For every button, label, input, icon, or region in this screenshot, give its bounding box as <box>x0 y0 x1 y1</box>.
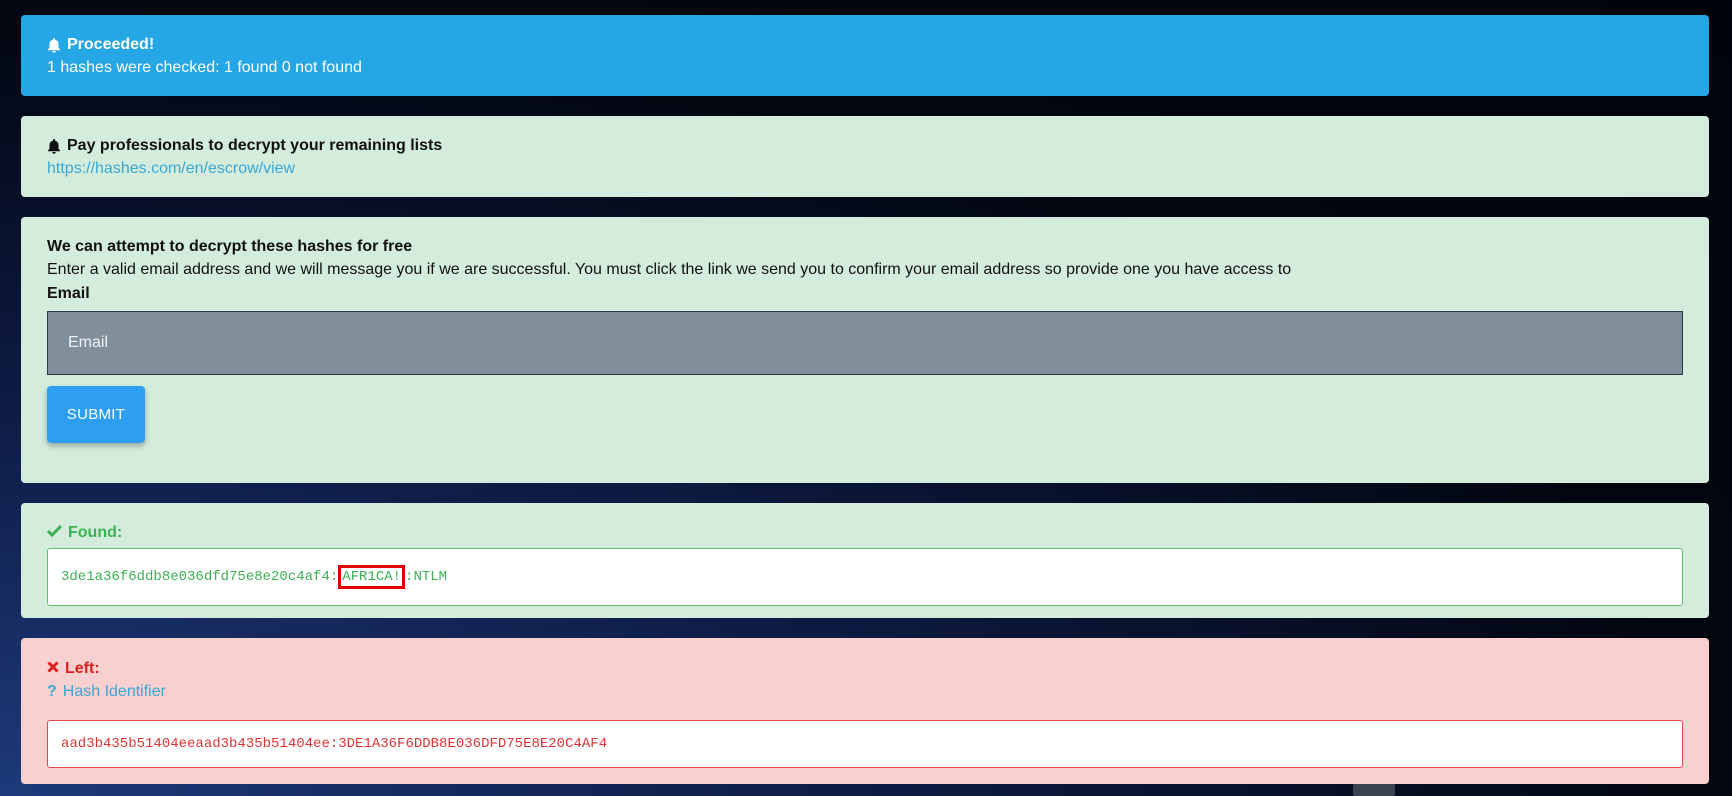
proceeded-title-row: Proceeded! <box>47 34 1683 56</box>
proceeded-alert: Proceeded! 1 hashes were checked: 1 foun… <box>21 15 1709 96</box>
found-title: Found: <box>68 524 123 541</box>
email-input[interactable] <box>47 311 1683 375</box>
found-algorithm: NTLM <box>413 569 448 585</box>
proceeded-title: Proceeded! <box>67 36 155 53</box>
found-separator: : <box>405 569 414 585</box>
left-section: Left: ? Hash Identifier aad3b435b51404ee… <box>21 638 1709 784</box>
found-result: 3de1a36f6ddb8e036dfd75e8e20c4af4: AFR1CA!… <box>47 548 1683 606</box>
found-section: Found: 3de1a36f6ddb8e036dfd75e8e20c4af4:… <box>21 503 1709 618</box>
escrow-title-row: Pay professionals to decrypt your remain… <box>47 135 1683 157</box>
found-plaintext: AFR1CA! <box>338 565 406 589</box>
hash-identifier-label: Hash Identifier <box>62 683 166 700</box>
hash-identifier-link[interactable]: ? Hash Identifier <box>47 680 1683 704</box>
bell-icon <box>47 37 61 53</box>
found-title-row: Found: <box>46 522 1683 544</box>
submit-button[interactable]: SUBMIT <box>47 386 145 443</box>
proceeded-message: 1 hashes were checked: 1 found 0 not fou… <box>47 59 362 76</box>
left-entry: aad3b435b51404eeaad3b435b51404ee:3DE1A36… <box>61 736 608 752</box>
check-icon <box>46 522 63 544</box>
left-result: aad3b435b51404eeaad3b435b51404ee:3DE1A36… <box>47 720 1683 768</box>
escrow-link[interactable]: https://hashes.com/en/escrow/view <box>47 157 295 181</box>
bell-icon <box>47 138 61 154</box>
left-title-row: Left: <box>47 658 1683 680</box>
found-separator: : <box>329 569 339 585</box>
email-label: Email <box>47 285 90 302</box>
free-decrypt-title: We can attempt to decrypt these hashes f… <box>47 238 413 255</box>
x-icon <box>47 658 59 680</box>
escrow-alert: Pay professionals to decrypt your remain… <box>21 116 1709 197</box>
free-decrypt-form: We can attempt to decrypt these hashes f… <box>21 217 1709 483</box>
ad-widget[interactable] <box>1353 784 1395 796</box>
left-title: Left: <box>65 660 100 677</box>
free-decrypt-description: Enter a valid email address and we will … <box>47 261 1292 278</box>
escrow-title: Pay professionals to decrypt your remain… <box>67 137 443 154</box>
found-hash: 3de1a36f6ddb8e036dfd75e8e20c4af4 <box>61 569 330 585</box>
question-icon: ? <box>47 683 57 700</box>
